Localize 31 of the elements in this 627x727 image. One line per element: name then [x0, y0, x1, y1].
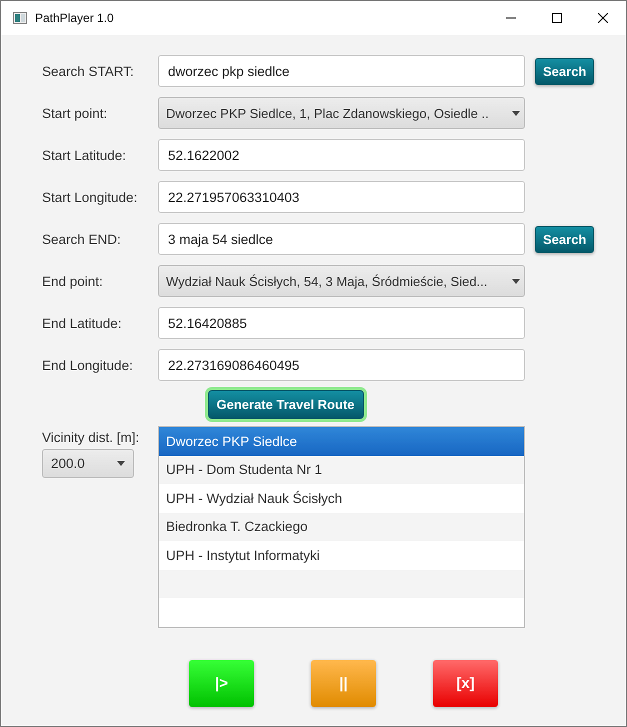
search-button[interactable]: Search	[535, 58, 594, 84]
place-dropdown[interactable]: Dworzec PKP Siedlce, 1, Plac Zdanowskiego, Osiedle ..	[158, 97, 525, 129]
input-field[interactable]: 22.273169086460495	[158, 349, 525, 381]
field-label: End point:	[42, 274, 104, 288]
close-icon	[598, 13, 608, 23]
place-dropdown[interactable]: Wydział Nauk Ścisłych, 54, 3 Maja, Śródmieście, Sied...	[158, 265, 525, 297]
vicinity-label: Vicinity dist. [m]:	[42, 430, 140, 445]
input-field[interactable]: 22.271957063310403	[158, 181, 525, 213]
field-label: Start Longitude:	[42, 190, 138, 204]
stop-button[interactable]: [x]	[433, 660, 498, 706]
caret-icon	[117, 461, 125, 466]
field-label: Search END:	[42, 232, 122, 246]
field-label: End Longitude:	[42, 358, 134, 372]
input-field[interactable]: 52.16420885	[158, 307, 525, 339]
input-field[interactable]: 3 maja 54 siedlce	[158, 223, 525, 255]
caret-icon	[512, 278, 520, 284]
field-label: Search START:	[42, 64, 135, 78]
caret-icon	[512, 110, 520, 116]
window-title: PathPlayer 1.0	[35, 11, 115, 25]
list-item[interactable]: Dworzec PKP Siedlce	[159, 427, 524, 456]
field-label: End Latitude:	[42, 316, 123, 330]
input-field[interactable]: 52.1622002	[158, 139, 525, 171]
maximize-icon	[552, 13, 562, 23]
list-item[interactable]: UPH - Dom Studenta Nr 1	[159, 456, 524, 484]
field-label: Start Latitude:	[42, 148, 128, 162]
input-field[interactable]: dworzec pkp siedlce	[158, 55, 525, 87]
vicinity-dropdown[interactable]: 200.0	[42, 449, 134, 478]
list-item[interactable]: Biedronka T. Czackiego	[159, 512, 524, 541]
app-icon	[13, 12, 27, 24]
field-label: Start point:	[42, 106, 108, 120]
search-button[interactable]: Search	[535, 226, 594, 252]
